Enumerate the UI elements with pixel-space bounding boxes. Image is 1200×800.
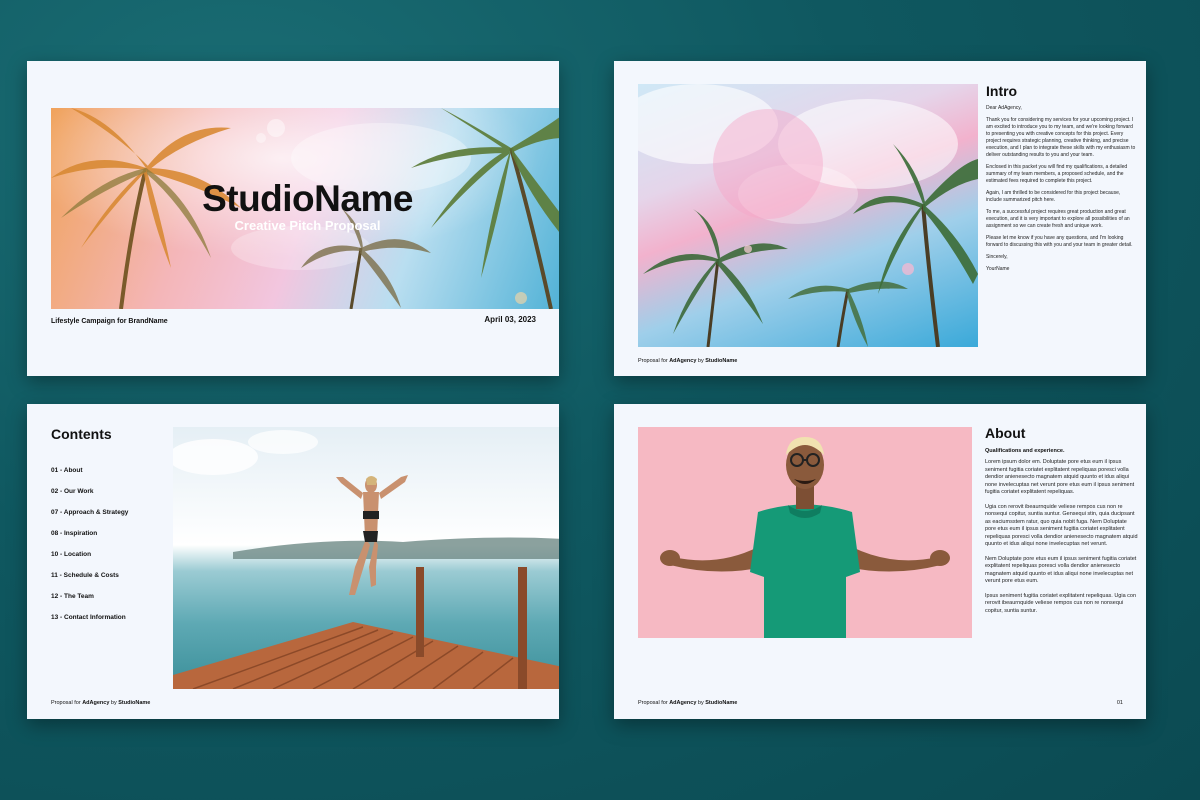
footer-client: AdAgency (669, 700, 697, 706)
footer-studio: StudioName (118, 700, 151, 706)
footer-by: by (109, 700, 119, 706)
contents-photo-lake-jump (173, 427, 559, 689)
intro-paragraph: Sincerely, (986, 254, 1008, 260)
intro-paragraph: Thank you for considering my services fo… (986, 117, 1136, 158)
slide-cover[interactable]: StudioName Creative Pitch Proposal Lifes… (27, 61, 559, 376)
about-paragraph: Nem Doluptate pore etus eum il ipsus sen… (985, 555, 1137, 585)
contents-item[interactable]: 02 - Our Work (51, 488, 128, 509)
footer-by: by (696, 700, 706, 706)
contents-item[interactable]: 01 - About (51, 467, 128, 488)
cover-subtitle: Creative Pitch Proposal (234, 218, 381, 233)
slide-footer: Proposal for AdAgency by StudioName (638, 700, 737, 706)
meditating-man-illustration (660, 437, 950, 638)
about-body: Lorem ipsum dolor em. Doluptate pore etu… (985, 459, 1139, 622)
contents-list: 01 - About 02 - Our Work 07 - Approach &… (51, 467, 128, 635)
intro-paragraph: Please let me know if you have any quest… (986, 235, 1133, 248)
cover-date: April 03, 2023 (484, 315, 536, 324)
about-paragraph: Lorem ipsum dolor em. Doluptate pore etu… (985, 459, 1135, 495)
lake-dock-illustration (173, 430, 559, 689)
contents-item[interactable]: 10 - Location (51, 551, 128, 572)
footer-prefix: Proposal for (638, 700, 670, 706)
footer-client: AdAgency (669, 358, 697, 364)
intro-paragraph: Dear AdAgency, (986, 105, 1022, 111)
slide-footer: Proposal for AdAgency by StudioName (638, 358, 737, 364)
footer-prefix: Proposal for (638, 358, 670, 364)
contents-item[interactable]: 11 - Schedule & Costs (51, 572, 128, 593)
intro-paragraph: YourName (986, 266, 1010, 272)
cover-photo-palm-trees: StudioName Creative Pitch Proposal (51, 108, 559, 309)
footer-by: by (696, 358, 706, 364)
about-title: About (985, 425, 1026, 441)
slide-contents[interactable]: Contents 01 - About 02 - Our Work 07 - A… (27, 404, 559, 719)
about-paragraph: Ugia con rerovit ibeaurnquide veliese re… (985, 503, 1138, 548)
about-subheading: Qualifications and experience. (985, 448, 1065, 454)
cover-campaign-label: Lifestyle Campaign for BrandName (51, 318, 168, 325)
contents-title: Contents (51, 426, 112, 442)
about-photo-portrait (638, 427, 972, 638)
slide-footer: Proposal for AdAgency by StudioName (51, 700, 150, 706)
contents-item[interactable]: 07 - Approach & Strategy (51, 509, 128, 530)
palm-sky-illustration (638, 84, 978, 347)
footer-prefix: Proposal for (51, 700, 83, 706)
page-number: 01 (1116, 700, 1123, 706)
intro-paragraph: Enclosed in this packet you will find my… (986, 164, 1128, 184)
intro-photo-palm-sky (638, 84, 978, 347)
footer-studio: StudioName (705, 358, 738, 364)
contents-item[interactable]: 08 - Inspiration (51, 530, 128, 551)
contents-item[interactable]: 12 - The Team (51, 593, 128, 614)
footer-client: AdAgency (82, 700, 110, 706)
cover-title: StudioName (202, 178, 413, 219)
intro-letter: Dear AdAgency, Thank you for considering… (986, 105, 1136, 278)
intro-paragraph: Again, I am thrilled to be considered fo… (986, 190, 1121, 203)
intro-paragraph: To me, a successful project requires gre… (986, 209, 1130, 229)
footer-studio: StudioName (705, 700, 738, 706)
about-paragraph: Ipsus seniment fugitia coriatet explitat… (985, 592, 1137, 614)
intro-title: Intro (986, 83, 1018, 99)
slide-about[interactable]: About Qualifications and experience. Lor… (614, 404, 1146, 719)
contents-item[interactable]: 13 - Contact Information (51, 614, 128, 635)
slide-intro[interactable]: Intro Dear AdAgency, Thank you for consi… (614, 61, 1146, 376)
